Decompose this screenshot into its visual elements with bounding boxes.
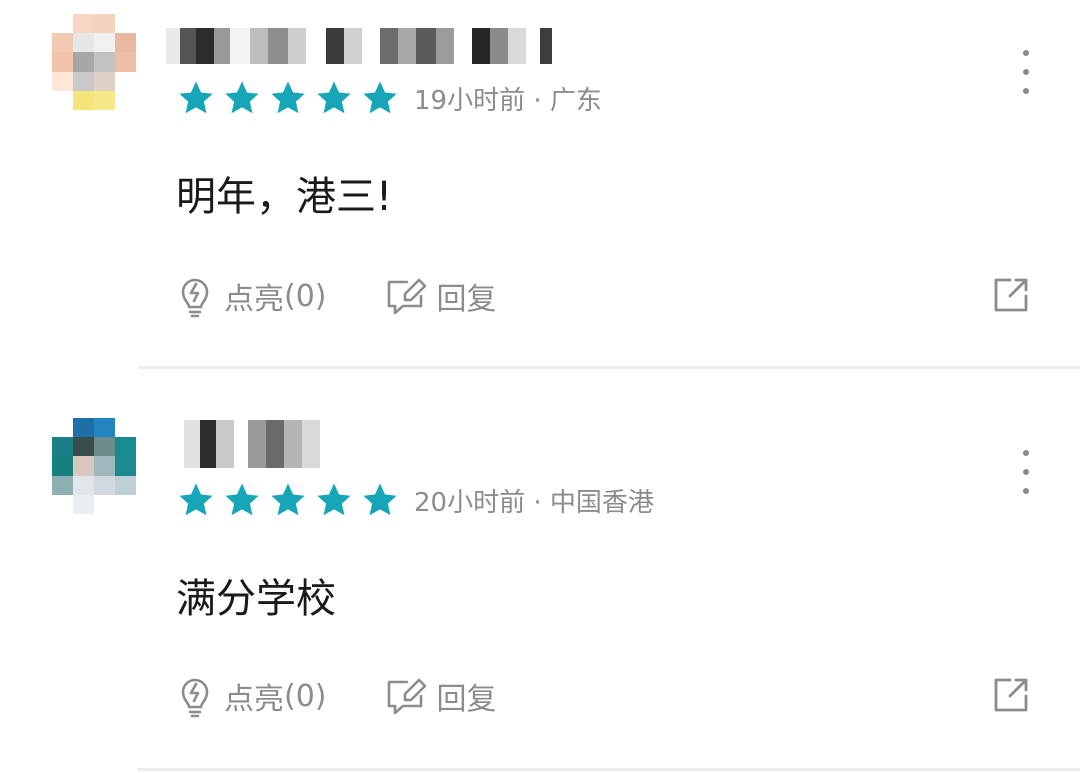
- comment-time: 20小时前: [414, 487, 526, 518]
- star-rating: [176, 79, 400, 117]
- username-blurred[interactable]: [166, 420, 320, 468]
- edit-reply-icon: [387, 678, 426, 715]
- reply-button[interactable]: 回复: [385, 274, 497, 318]
- lightbulb-icon: [181, 278, 209, 318]
- comment-meta: 20小时前 · 中国香港: [176, 480, 654, 520]
- edit-reply-icon: [387, 278, 426, 315]
- like-button[interactable]: 点亮 (0): [176, 674, 327, 718]
- meta-separator: ·: [533, 85, 542, 116]
- share-external-icon[interactable]: [992, 676, 1030, 714]
- star-icon: [179, 483, 213, 516]
- comment-text: 满分学校: [176, 576, 336, 622]
- username-blurred[interactable]: [166, 28, 552, 64]
- comment-actions: 点亮 (0) 回复: [176, 674, 497, 718]
- lightbulb-icon: [181, 678, 209, 718]
- divider: [138, 366, 1080, 369]
- star-icon: [363, 483, 397, 516]
- like-label: 点亮: [224, 282, 284, 317]
- reply-label: 回复: [436, 682, 497, 717]
- avatar[interactable]: [52, 14, 136, 110]
- more-vertical-icon-dot: [1023, 88, 1029, 94]
- meta-separator: ·: [533, 487, 542, 518]
- like-label: 点亮: [224, 682, 284, 717]
- comment-text: 明年，港三!: [176, 174, 393, 220]
- like-button[interactable]: 点亮 (0): [176, 274, 327, 318]
- more-vertical-icon-dot: [1023, 469, 1029, 475]
- more-vertical-icon: [1023, 450, 1029, 456]
- more-options-button[interactable]: [1014, 450, 1038, 494]
- share-external-icon[interactable]: [992, 276, 1030, 314]
- reply-label: 回复: [436, 282, 497, 317]
- like-count: (0): [284, 278, 327, 314]
- star-icon: [317, 81, 351, 114]
- comment-item: 19小时前 · 广东 明年，港三! 点亮 (0) 回复: [0, 0, 1080, 370]
- meta-time-location: 20小时前 · 中国香港: [414, 482, 654, 519]
- meta-time-location: 19小时前 · 广东: [414, 80, 602, 117]
- star-icon: [225, 81, 259, 114]
- more-vertical-icon: [1023, 50, 1029, 56]
- more-vertical-icon-dot: [1023, 69, 1029, 75]
- star-icon: [271, 483, 305, 516]
- comment-item: 20小时前 · 中国香港 满分学校 点亮 (0) 回复: [0, 400, 1080, 772]
- reply-button[interactable]: 回复: [385, 674, 497, 718]
- comment-meta: 19小时前 · 广东: [176, 78, 602, 118]
- avatar[interactable]: [52, 418, 136, 514]
- star-icon: [317, 483, 351, 516]
- comment-location: 中国香港: [549, 487, 654, 518]
- star-icon: [363, 81, 397, 114]
- more-vertical-icon-dot: [1023, 488, 1029, 494]
- more-options-button[interactable]: [1014, 50, 1038, 94]
- star-rating: [176, 481, 400, 519]
- comment-actions: 点亮 (0) 回复: [176, 274, 497, 318]
- like-count: (0): [284, 678, 327, 714]
- star-icon: [179, 81, 213, 114]
- star-icon: [271, 81, 305, 114]
- star-icon: [225, 483, 259, 516]
- comment-time: 19小时前: [414, 85, 526, 116]
- comment-location: 广东: [549, 85, 602, 116]
- divider: [138, 768, 1080, 771]
